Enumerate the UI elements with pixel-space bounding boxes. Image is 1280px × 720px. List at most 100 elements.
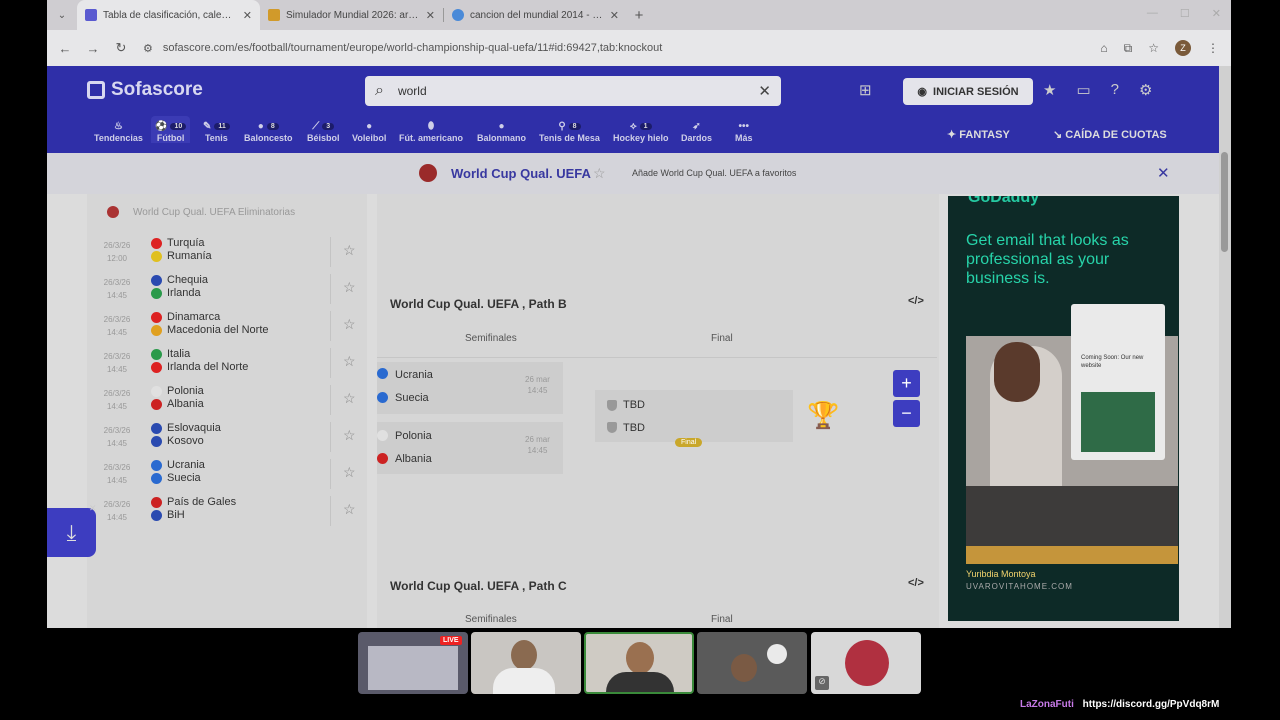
trend-down-icon: ↘: [1053, 129, 1066, 141]
favorite-star-icon[interactable]: ☆: [343, 464, 356, 481]
sport-voleibol[interactable]: ● Voleibol: [352, 119, 386, 144]
tbd-shield-icon: [607, 400, 617, 411]
match-row[interactable]: 26/3/26 12:00 Turquía Rumanía ☆: [87, 234, 367, 271]
favorites-star-icon[interactable]: ★: [1043, 81, 1056, 99]
favorite-star-icon[interactable]: ☆: [343, 353, 356, 370]
sport-tenis[interactable]: ✎ 11 Tenis: [203, 119, 230, 143]
address-bar[interactable]: ⚙ sofascore.com/es/football/tournament/e…: [143, 42, 1100, 55]
menu-kebab-icon[interactable]: ⋮: [1207, 41, 1219, 55]
bracket-tie[interactable]: Polonia Albania 26 mar 14:45: [377, 422, 563, 474]
help-icon[interactable]: ?: [1111, 81, 1119, 99]
tv-icon[interactable]: ▭: [1076, 81, 1090, 99]
match-row[interactable]: 26/3/26 14:45 Ucrania Suecia ☆: [87, 456, 367, 493]
site-info-icon[interactable]: ⚙: [143, 42, 153, 55]
sport-dardos[interactable]: ➶ Dardos: [681, 119, 712, 144]
home-team: Polonia: [167, 385, 204, 397]
promo-tournament-name[interactable]: World Cup Qual. UEFA: [451, 166, 591, 181]
match-row[interactable]: 26/3/26 14:45 País de Gales BiH ☆: [87, 493, 367, 530]
sport-balonmano[interactable]: ● Balonmano: [477, 119, 526, 144]
minimize-icon[interactable]: —: [1147, 7, 1158, 20]
clear-search-icon[interactable]: ✕: [758, 82, 771, 100]
sport-hockey-hielo[interactable]: ⟡ 1 Hockey hielo: [613, 119, 669, 144]
match-date: 26/3/26 14:45: [103, 352, 131, 374]
maximize-icon[interactable]: ☐: [1180, 7, 1190, 20]
participant-face: [511, 640, 537, 670]
favorite-star-icon[interactable]: ☆: [343, 279, 356, 296]
profile-avatar[interactable]: Z: [1175, 40, 1191, 56]
translate-icon[interactable]: ⌂: [1100, 41, 1107, 55]
more-dots-icon: •••: [738, 120, 750, 132]
tab-simulador[interactable]: Simulador Mundial 2026: arma ✕: [260, 0, 443, 30]
ad-person-name: Yuribdia Montoya: [966, 569, 1036, 579]
new-tab-button[interactable]: +: [627, 7, 651, 24]
bracket-tie[interactable]: Ucrania Suecia 26 mar 14:45: [377, 362, 563, 414]
tab-search-button[interactable]: ⌄: [47, 10, 77, 21]
ad-brand: GoDaddy: [968, 196, 1040, 206]
embed-code-icon[interactable]: </>: [908, 295, 924, 307]
final-tie[interactable]: TBD TBD: [595, 390, 793, 442]
cast-icon[interactable]: ⧉: [1124, 41, 1133, 56]
tab-sofascore[interactable]: Tabla de clasificación, calendar ✕: [77, 0, 260, 30]
sport-tendencias[interactable]: ♨ Tendencias: [94, 119, 143, 144]
sport-baloncesto[interactable]: ● 8 Baloncesto: [244, 119, 293, 144]
close-tab-icon[interactable]: ✕: [243, 9, 252, 22]
favorite-star-icon[interactable]: ☆: [343, 316, 356, 333]
tab-google-search[interactable]: cancion del mundial 2014 - Bu ✕: [444, 0, 627, 30]
advertisement[interactable]: GoDaddy Get email that looks as professi…: [948, 196, 1179, 621]
favorite-star-icon[interactable]: ☆: [343, 501, 356, 518]
participant-tile-cam-1[interactable]: [471, 632, 581, 694]
match-row[interactable]: 26/3/26 14:45 Polonia Albania ☆: [87, 382, 367, 419]
match-teams: Ucrania Suecia: [151, 459, 205, 485]
participant-tile-cam-2[interactable]: [584, 632, 694, 694]
match-row[interactable]: 26/3/26 14:45 Italia Irlanda del Norte ☆: [87, 345, 367, 382]
home-flag-icon: [151, 497, 162, 508]
favorite-star-icon[interactable]: ☆: [343, 390, 356, 407]
reload-icon[interactable]: ↻: [107, 40, 135, 56]
download-app-button[interactable]: ⤓: [47, 508, 96, 557]
ad-desk: [966, 486, 1178, 546]
sport-mas[interactable]: ••• Más: [735, 119, 753, 144]
close-download-icon[interactable]: ✕: [89, 503, 97, 514]
ad-person-hair: [994, 342, 1040, 402]
home-team: Turquía: [167, 237, 205, 249]
favorite-star-icon[interactable]: ☆: [593, 165, 606, 182]
bookmark-star-icon[interactable]: ☆: [1148, 41, 1159, 55]
settings-gear-icon[interactable]: ⚙: [1139, 81, 1152, 99]
login-button[interactable]: ◉ INICIAR SESIÓN: [903, 78, 1033, 105]
favorite-star-icon[interactable]: ☆: [343, 242, 356, 259]
participant-tile-screen[interactable]: LIVE: [358, 632, 468, 694]
close-promo-icon[interactable]: ✕: [1157, 164, 1170, 182]
embed-code-icon[interactable]: </>: [908, 577, 924, 589]
match-teams: Italia Irlanda del Norte: [151, 348, 248, 374]
scrollbar-thumb[interactable]: [1221, 152, 1228, 252]
sport-futbol-americano[interactable]: ⬮ Fút. americano: [399, 119, 463, 144]
close-tab-icon[interactable]: ✕: [610, 9, 619, 22]
sport-tenis-de-mesa[interactable]: ⚲ 8 Tenis de Mesa: [539, 119, 600, 144]
home-team: Ucrania: [167, 459, 205, 471]
gift-icon[interactable]: ⊞: [859, 81, 872, 99]
match-date: 26/3/26 14:45: [103, 500, 131, 522]
close-window-icon[interactable]: ✕: [1212, 7, 1221, 20]
zoom-out-button[interactable]: −: [893, 400, 920, 427]
sport-futbol[interactable]: ⚽ 10 Fútbol: [151, 116, 191, 143]
odds-drop-link[interactable]: ↘ CAÍDA DE CUOTAS: [1053, 128, 1167, 141]
zoom-in-button[interactable]: +: [893, 370, 920, 397]
page-scrollbar[interactable]: [1219, 66, 1231, 628]
match-row[interactable]: 26/3/26 14:45 Eslovaquia Kosovo ☆: [87, 419, 367, 456]
sofascore-logo[interactable]: Sofascore: [87, 79, 203, 101]
away-flag-icon: [151, 473, 162, 484]
ad-site-url: UVAROVITAHOME.COM: [966, 582, 1073, 591]
sport-beisbol[interactable]: ⟋ 3 Béisbol: [307, 119, 340, 144]
search-input[interactable]: ⌕ world ✕: [365, 76, 781, 106]
match-row[interactable]: 26/3/26 14:45 Chequia Irlanda ☆: [87, 271, 367, 308]
fantasy-link[interactable]: ✦ FANTASY: [947, 128, 1010, 141]
tab-title: Simulador Mundial 2026: arma: [286, 9, 420, 21]
close-tab-icon[interactable]: ✕: [426, 9, 435, 22]
match-row[interactable]: 26/3/26 14:45 Dinamarca Macedonia del Norte…: [87, 308, 367, 345]
back-icon[interactable]: ←: [51, 41, 79, 56]
forward-icon[interactable]: →: [79, 41, 107, 56]
window-controls: — ☐ ✕: [1147, 7, 1221, 20]
participant-tile-avatar[interactable]: ⊘: [811, 632, 921, 694]
favorite-star-icon[interactable]: ☆: [343, 427, 356, 444]
participant-tile-cam-3[interactable]: [697, 632, 807, 694]
